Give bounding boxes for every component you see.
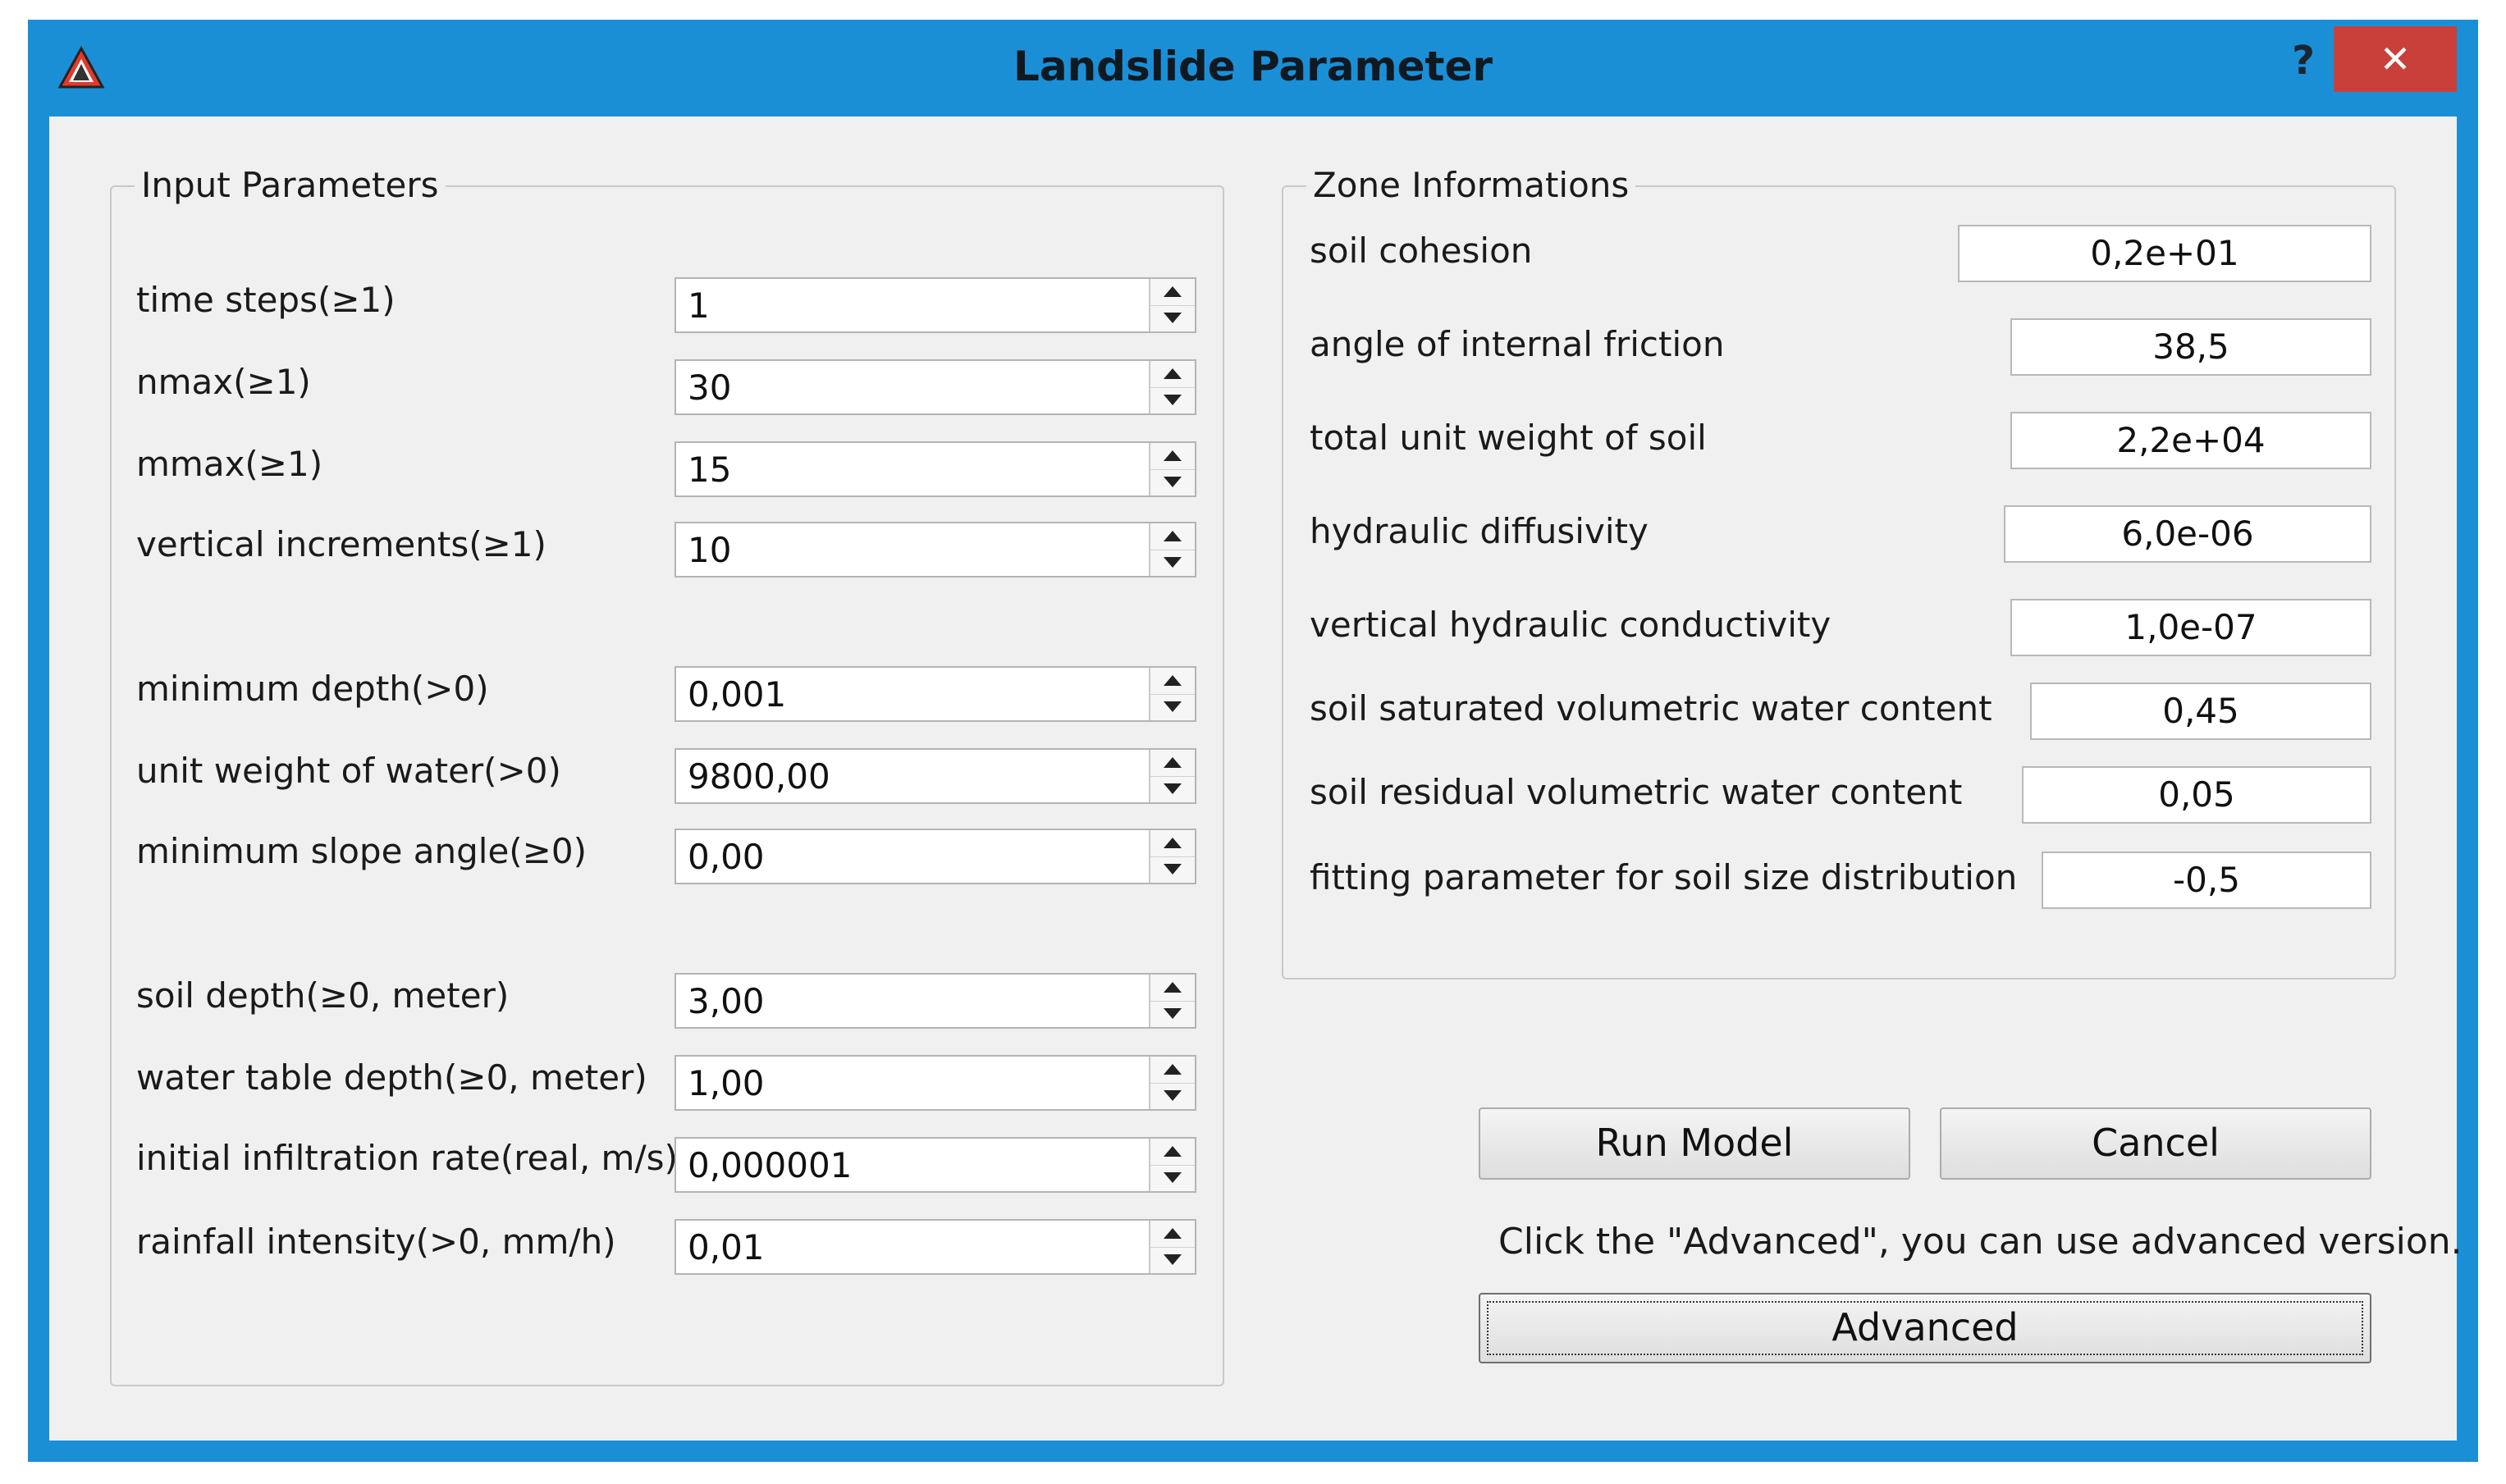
saturated-water-content-field[interactable]: 0,45: [2030, 683, 2371, 740]
spin-arrows[interactable]: [1149, 279, 1195, 331]
spin-value[interactable]: 0,00: [688, 835, 765, 879]
zone-label-vertical-hydraulic-conductivity: vertical hydraulic conductivity: [1310, 605, 1831, 645]
spin-value[interactable]: 0,000001: [688, 1144, 852, 1188]
spin-arrows[interactable]: [1149, 975, 1195, 1027]
dialog-body: Input Parameters time steps(≥1) 1 nmax(≥…: [49, 116, 2463, 1441]
field-label-mmax: mmax(≥1): [136, 444, 323, 484]
spin-value[interactable]: 0,001: [688, 673, 786, 717]
angle-of-internal-friction-field[interactable]: 38,5: [2010, 318, 2371, 376]
spin-arrows[interactable]: [1149, 830, 1195, 883]
spin-down-icon[interactable]: [1150, 1083, 1195, 1109]
spin-up-icon[interactable]: [1150, 443, 1195, 470]
spin-value[interactable]: 9800,00: [688, 755, 830, 799]
zone-label-angle-of-internal-friction: angle of internal friction: [1310, 324, 1725, 364]
window-title: Landslide Parameter: [1013, 43, 1493, 90]
soil-depth-spinbox[interactable]: 3,00: [675, 973, 1196, 1029]
spin-down-icon[interactable]: [1150, 1001, 1195, 1027]
initial-infiltration-rate-spinbox[interactable]: 0,000001: [675, 1137, 1196, 1193]
field-label-rainfall-intensity: rainfall intensity(>0, mm/h): [136, 1221, 616, 1262]
spin-up-icon[interactable]: [1150, 830, 1195, 857]
spin-value[interactable]: 1,00: [688, 1062, 765, 1106]
spin-down-icon[interactable]: [1150, 1247, 1195, 1273]
spin-down-icon[interactable]: [1150, 856, 1195, 883]
spin-value[interactable]: 1: [688, 284, 710, 328]
dialog-window: Landslide Parameter ? ✕ Input Parameters…: [28, 20, 2478, 1462]
mmax-spinbox[interactable]: 15: [675, 441, 1196, 497]
spin-up-icon[interactable]: [1150, 750, 1195, 777]
spin-up-icon[interactable]: [1150, 1057, 1195, 1084]
rainfall-intensity-spinbox[interactable]: 0,01: [675, 1219, 1196, 1275]
hydraulic-diffusivity-field[interactable]: 6,0e-06: [2004, 505, 2371, 563]
spin-down-icon[interactable]: [1150, 305, 1195, 331]
spin-arrows[interactable]: [1149, 361, 1195, 413]
zone-label-residual-water-content: soil residual volumetric water content: [1310, 772, 1963, 812]
zone-informations-title: Zone Informations: [1306, 164, 1636, 207]
time-steps-spinbox[interactable]: 1: [675, 277, 1196, 333]
spin-up-icon[interactable]: [1150, 523, 1195, 550]
field-label-unit-weight-of-water: unit weight of water(>0): [136, 751, 561, 791]
spin-down-icon[interactable]: [1150, 776, 1195, 802]
spin-value[interactable]: 0,01: [688, 1226, 765, 1270]
spin-down-icon[interactable]: [1150, 550, 1195, 576]
advanced-button[interactable]: Advanced: [1479, 1293, 2371, 1363]
spin-up-icon[interactable]: [1150, 668, 1195, 695]
field-label-water-table-depth: water table depth(≥0, meter): [136, 1057, 647, 1098]
cancel-button[interactable]: Cancel: [1940, 1107, 2371, 1180]
spin-arrows[interactable]: [1149, 1057, 1195, 1109]
spin-arrows[interactable]: [1149, 750, 1195, 802]
spin-up-icon[interactable]: [1150, 975, 1195, 1002]
field-label-nmax: nmax(≥1): [136, 362, 311, 402]
spin-arrows[interactable]: [1149, 668, 1195, 720]
spin-value[interactable]: 10: [688, 528, 731, 573]
total-unit-weight-of-soil-field[interactable]: 2,2e+04: [2010, 412, 2371, 469]
close-button[interactable]: ✕: [2334, 26, 2457, 92]
help-button[interactable]: ?: [2278, 26, 2329, 95]
residual-water-content-field[interactable]: 0,05: [2022, 766, 2371, 824]
spin-value[interactable]: 3,00: [688, 979, 765, 1024]
vertical-increments-spinbox[interactable]: 10: [675, 522, 1196, 578]
minimum-slope-angle-spinbox[interactable]: 0,00: [675, 829, 1196, 884]
spin-value[interactable]: 15: [688, 448, 731, 492]
spin-down-icon[interactable]: [1150, 469, 1195, 495]
spin-up-icon[interactable]: [1150, 361, 1195, 388]
input-parameters-title: Input Parameters: [135, 164, 446, 207]
field-label-vertical-increments: vertical increments(≥1): [136, 524, 546, 564]
field-label-minimum-depth: minimum depth(>0): [136, 669, 489, 709]
spin-arrows[interactable]: [1149, 523, 1195, 576]
field-label-soil-depth: soil depth(≥0, meter): [136, 975, 510, 1016]
zone-label-saturated-water-content: soil saturated volumetric water content: [1310, 688, 1992, 728]
spin-value[interactable]: 30: [688, 366, 731, 410]
spin-arrows[interactable]: [1149, 443, 1195, 495]
advanced-hint-text: Click the "Advanced", you can use advanc…: [1498, 1221, 2463, 1263]
spin-down-icon[interactable]: [1150, 694, 1195, 720]
spin-arrows[interactable]: [1149, 1221, 1195, 1273]
spin-up-icon[interactable]: [1150, 279, 1195, 306]
field-label-time-steps: time steps(≥1): [136, 280, 396, 320]
zone-label-fitting-parameter: fitting parameter for soil size distribu…: [1310, 857, 2018, 897]
spin-up-icon[interactable]: [1150, 1221, 1195, 1248]
unit-weight-of-water-spinbox[interactable]: 9800,00: [675, 748, 1196, 804]
spin-down-icon[interactable]: [1150, 1165, 1195, 1191]
fitting-parameter-field[interactable]: -0,5: [2042, 852, 2371, 909]
spin-arrows[interactable]: [1149, 1139, 1195, 1191]
minimum-depth-spinbox[interactable]: 0,001: [675, 666, 1196, 722]
zone-label-hydraulic-diffusivity: hydraulic diffusivity: [1310, 511, 1649, 551]
run-model-button[interactable]: Run Model: [1479, 1107, 1910, 1180]
vertical-hydraulic-conductivity-field[interactable]: 1,0e-07: [2010, 599, 2371, 656]
zone-label-soil-cohesion: soil cohesion: [1310, 231, 1533, 271]
soil-cohesion-field[interactable]: 0,2e+01: [1958, 225, 2371, 282]
water-table-depth-spinbox[interactable]: 1,00: [675, 1055, 1196, 1111]
zone-label-total-unit-weight-of-soil: total unit weight of soil: [1310, 418, 1707, 458]
field-label-minimum-slope-angle: minimum slope angle(≥0): [136, 831, 587, 871]
nmax-spinbox[interactable]: 30: [675, 359, 1196, 415]
spin-up-icon[interactable]: [1150, 1139, 1195, 1166]
spin-down-icon[interactable]: [1150, 387, 1195, 413]
field-label-initial-infiltration-rate: initial infiltration rate(real, m/s): [136, 1138, 678, 1178]
title-bar[interactable]: Landslide Parameter ? ✕: [28, 20, 2478, 116]
